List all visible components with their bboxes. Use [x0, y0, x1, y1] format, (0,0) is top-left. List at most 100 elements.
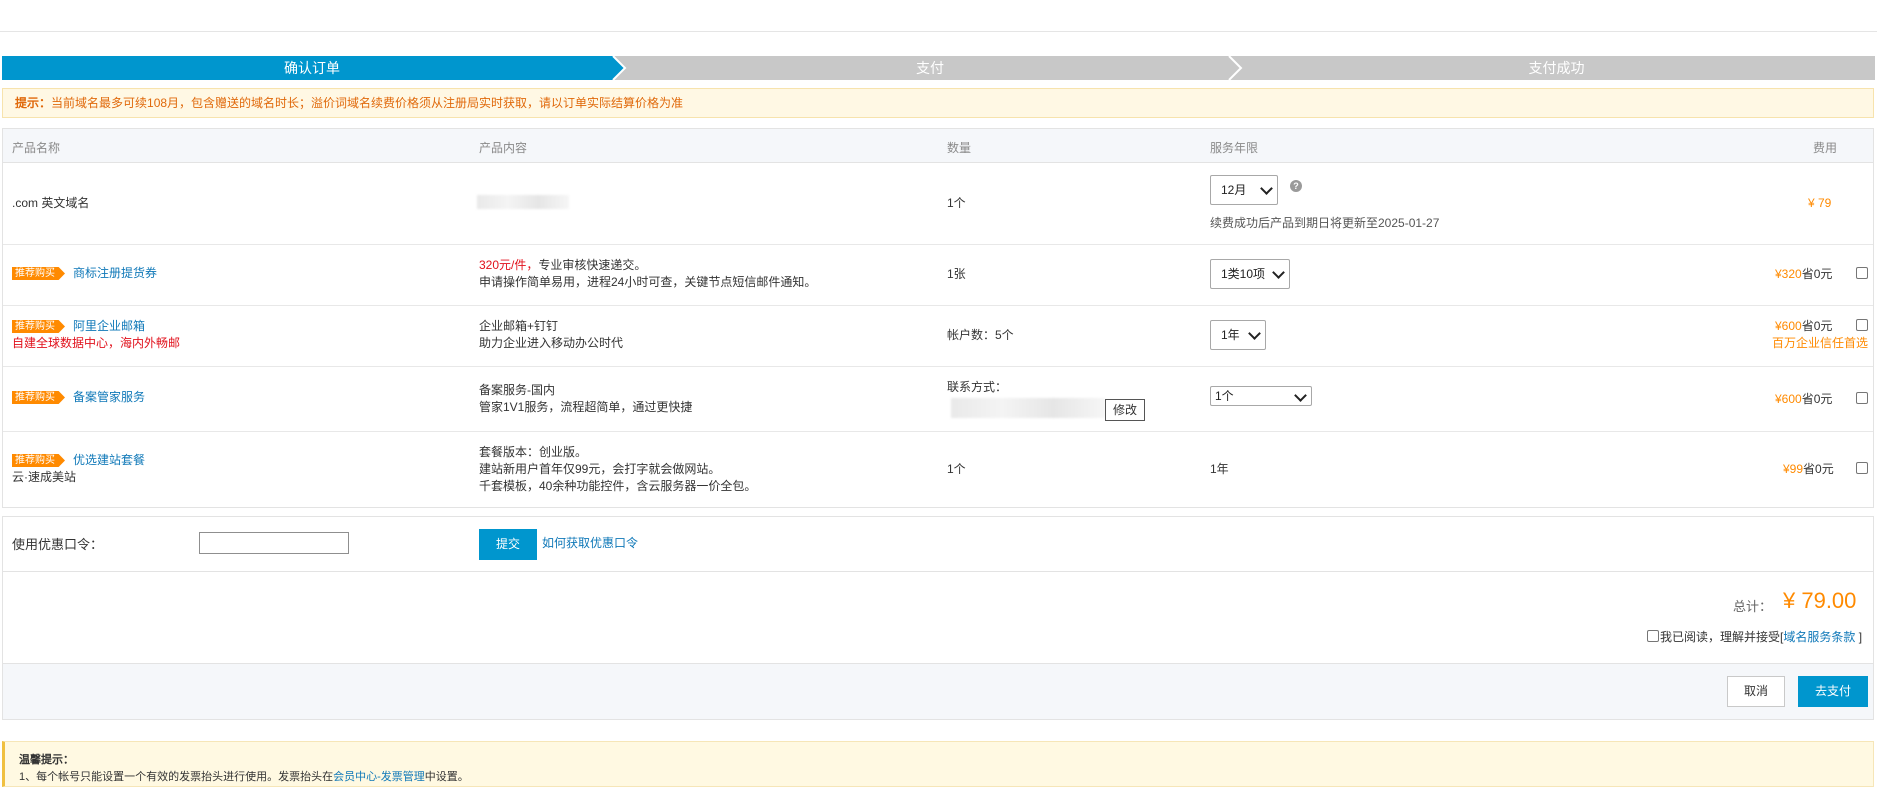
product-name-cell: 推荐购买 备案管家服务: [12, 389, 145, 406]
edit-contact-button[interactable]: 修改: [1105, 399, 1145, 421]
agree-checkbox[interactable]: [1647, 630, 1659, 642]
tips-line-1-post: 中设置。: [424, 771, 469, 783]
price: ¥600: [1775, 392, 1802, 406]
step-pay: 支付: [916, 60, 944, 76]
quantity: 1个: [947, 196, 966, 210]
header-product-name: 产品名称: [12, 141, 61, 155]
table-row-domain: .com 英文域名 1个 12月 ? 续费成功后产品到期日将更新至2025-01…: [3, 163, 1873, 245]
period-select-value: 12月: [1221, 183, 1247, 197]
product-subname: 云·速成美站: [12, 470, 76, 484]
order-steps: 确认订单 支付 支付成功: [2, 56, 1875, 80]
price-cell: ¥99省0元: [1783, 461, 1834, 478]
header-fee: 费用: [1813, 141, 1838, 155]
chevron-down-icon: [1260, 182, 1273, 195]
recommend-badge: 推荐购买: [12, 320, 65, 333]
tips-box: 温馨提示： 1、每个帐号只能设置一个有效的发票抬头进行使用。发票抬头在会员中心-…: [2, 741, 1874, 787]
product-name-cell: 推荐购买 阿里企业邮箱 自建全球数据中心，海内外畅邮: [12, 318, 180, 352]
quantity: 帐户数：5个: [947, 328, 1014, 342]
count-select-value: 1个: [1215, 389, 1234, 403]
coupon-input[interactable]: [199, 532, 349, 554]
cancel-button[interactable]: 取消: [1727, 676, 1785, 707]
step-pay-success: 支付成功: [1528, 60, 1585, 76]
quantity: 1个: [947, 462, 966, 476]
agree-text: 我已阅读，理解并接受[: [1660, 630, 1784, 644]
step-confirm-order: 确认订单: [284, 60, 340, 76]
price-cell: ¥320省0元: [1775, 266, 1832, 283]
table-row-trademark: 推荐购买 商标注册提货券 320元/件，专业审核快速递交。 申请操作简单易用，进程…: [3, 245, 1873, 306]
product-link-trademark[interactable]: 商标注册提货券: [73, 266, 157, 280]
product-link-mail[interactable]: 阿里企业邮箱: [73, 319, 145, 333]
renewal-notice: 提示：当前域名最多可续108月，包含赠送的域名时长；溢价词域名续费价格须从注册局…: [2, 88, 1874, 118]
content-line-2: 建站新用户首年仅99元，会打字就会做网站。: [479, 462, 721, 476]
content-line-3: 千套模板，40余种功能控件，含云服务器一价全包。: [479, 479, 757, 493]
action-bar: 取消 去支付: [2, 664, 1874, 720]
period-select[interactable]: 1年: [1210, 320, 1266, 350]
select-checkbox[interactable]: [1856, 267, 1868, 279]
agree-text-wrap: 我已阅读，理解并接受[域名服务条款 ]: [1660, 629, 1862, 646]
period-select[interactable]: 1类10项: [1210, 259, 1290, 289]
save-amount: 省0元: [1801, 319, 1833, 333]
tips-title: 温馨提示：: [19, 754, 74, 766]
price: ¥ 79: [1808, 196, 1832, 210]
period-select[interactable]: 12月: [1210, 175, 1278, 205]
redacted-domain: [477, 195, 569, 209]
total-section: 总计： ¥ 79.00 我已阅读，理解并接受[域名服务条款 ]: [2, 572, 1874, 664]
coupon-help-link[interactable]: 如何获取优惠口令: [542, 535, 638, 552]
recommend-badge: 推荐购买: [12, 267, 65, 280]
count-select[interactable]: 1个: [1210, 386, 1312, 406]
table-row-website: 推荐购买 优选建站套餐 云·速成美站 套餐版本：创业版。 建站新用户首年仅99元，…: [3, 432, 1873, 507]
product-link-filing[interactable]: 备案管家服务: [73, 390, 145, 404]
content-highlight: 320元/件，: [479, 258, 539, 272]
select-checkbox[interactable]: [1856, 462, 1868, 474]
table-row-mail: 推荐购买 阿里企业邮箱 自建全球数据中心，海内外畅邮 企业邮箱+钉钉 助力企业进入…: [3, 306, 1873, 367]
coupon-submit-button[interactable]: 提交: [479, 529, 537, 560]
coupon-section: 使用优惠口令： 提交 如何获取优惠口令: [2, 516, 1874, 572]
period: 1年: [1210, 462, 1229, 476]
top-divider: [0, 31, 1877, 32]
header-product-content: 产品内容: [479, 141, 528, 155]
content-line-1: 专业审核快速递交。: [538, 258, 647, 272]
product-table: 产品名称 产品内容 数量 服务年限 费用 .com 英文域名 1个 12月 ? …: [2, 128, 1874, 508]
select-checkbox[interactable]: [1856, 319, 1868, 331]
terms-link[interactable]: 域名服务条款: [1783, 630, 1855, 644]
recommend-badge: 推荐购买: [12, 391, 65, 404]
table-header: 产品名称 产品内容 数量 服务年限 费用: [3, 129, 1873, 163]
product-name: .com 英文域名: [12, 196, 90, 210]
content-line-2: 助力企业进入移动办公时代: [479, 336, 624, 350]
save-amount: 省0元: [1801, 267, 1833, 281]
tips-line-1: 1、每个帐号只能设置一个有效的发票抬头进行使用。发票抬头在会员中心-发票管理中设…: [19, 769, 469, 786]
product-name-cell: 推荐购买 商标注册提货券: [12, 265, 157, 282]
product-subname: 自建全球数据中心，海内外畅邮: [12, 336, 181, 350]
select-checkbox[interactable]: [1856, 392, 1868, 404]
contact-label: 联系方式：: [947, 380, 1008, 394]
price: ¥320: [1775, 267, 1802, 281]
content-line-1: 套餐版本：创业版。: [479, 445, 588, 459]
content-line-1: 企业邮箱+钉钉: [479, 319, 559, 333]
product-content: 备案服务-国内 管家1V1服务，流程超简单，通过更快捷: [479, 382, 692, 416]
product-content: 320元/件，专业审核快速递交。 申请操作简单易用，进程24小时可查，关键节点短…: [479, 257, 816, 291]
pay-button[interactable]: 去支付: [1798, 676, 1868, 707]
chevron-down-icon: [1294, 389, 1307, 402]
product-content: 套餐版本：创业版。 建站新用户首年仅99元，会打字就会做网站。 千套模板，40余…: [479, 444, 756, 495]
period-note: 续费成功后产品到期日将更新至2025-01-27: [1210, 216, 1440, 230]
agree-close: ]: [1858, 630, 1863, 644]
price-cell: ¥600省0元: [1775, 391, 1832, 408]
coupon-label: 使用优惠口令：: [12, 537, 104, 552]
content-line-1: 备案服务-国内: [479, 383, 555, 397]
header-service-period: 服务年限: [1210, 141, 1259, 155]
price-cell: ¥600省0元: [1775, 318, 1832, 335]
help-icon[interactable]: ?: [1290, 180, 1302, 192]
invoice-management-link[interactable]: 会员中心-发票管理: [333, 771, 425, 783]
quantity: 1张: [947, 267, 966, 281]
product-link-website[interactable]: 优选建站套餐: [73, 453, 145, 467]
header-quantity: 数量: [947, 141, 972, 155]
total-label: 总计：: [1733, 599, 1773, 614]
trust-note: 百万企业信任首选: [1772, 336, 1869, 350]
total-amount: ¥ 79.00: [1783, 588, 1857, 613]
product-content: 企业邮箱+钉钉 助力企业进入移动办公时代: [479, 318, 623, 352]
chevron-down-icon: [1248, 327, 1261, 340]
recommend-badge: 推荐购买: [12, 454, 65, 467]
chevron-down-icon: [1272, 266, 1285, 279]
tips-line-1-pre: 1、每个帐号只能设置一个有效的发票抬头进行使用。发票抬头在: [19, 771, 334, 783]
product-name-cell: 推荐购买 优选建站套餐 云·速成美站: [12, 452, 145, 486]
